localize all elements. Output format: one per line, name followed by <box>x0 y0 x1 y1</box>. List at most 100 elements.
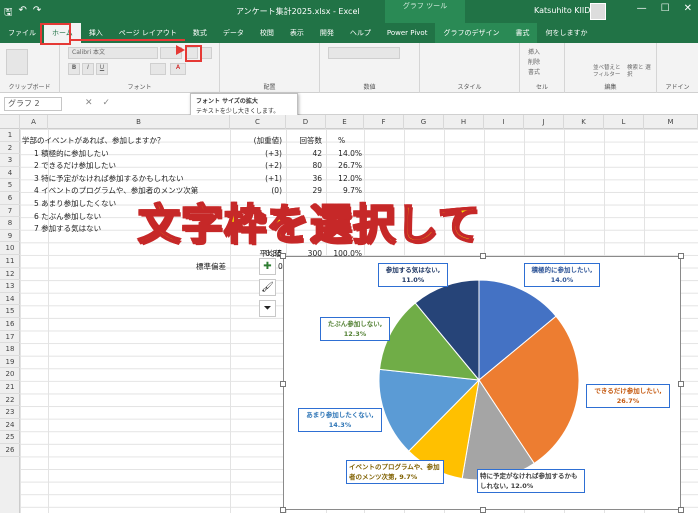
select-all[interactable] <box>0 115 20 129</box>
delete-cells-button[interactable]: 削除 <box>528 57 540 66</box>
data-label[interactable]: できるだけ参加したい, 26.7% <box>586 384 670 408</box>
cell-item-count[interactable]: 80 <box>286 160 322 173</box>
cell-item-label[interactable]: 5 あまり参加したくない <box>34 198 116 211</box>
column-header[interactable]: L <box>604 115 644 129</box>
resize-handle[interactable] <box>480 507 486 513</box>
cell-item-label[interactable]: 7 参加する気はない <box>34 223 101 236</box>
row-header[interactable]: 16 <box>0 318 20 331</box>
resize-handle[interactable] <box>480 253 486 259</box>
tab-power-pivot[interactable]: Power Pivot <box>379 23 436 43</box>
cell-item-count[interactable]: 36 <box>286 173 322 186</box>
sort-filter-button[interactable]: 並べ替えと フィルター <box>593 65 625 79</box>
column-header[interactable]: E <box>326 115 364 129</box>
data-label[interactable]: 参加する気はない, 11.0% <box>378 263 448 287</box>
row-header[interactable]: 3 <box>0 154 20 167</box>
cell-header-count[interactable]: 回答数 <box>286 135 323 148</box>
find-select-button[interactable]: 検索と 選択 <box>627 65 655 79</box>
data-label[interactable]: 積極的に参加したい, 14.0% <box>524 263 600 287</box>
tab-file[interactable]: ファイル <box>0 23 44 43</box>
font-color-button[interactable]: A <box>170 63 186 75</box>
cell-item-label[interactable]: 6 たぶん参加しない <box>34 211 101 224</box>
row-header[interactable]: 13 <box>0 280 20 293</box>
resize-handle[interactable] <box>678 381 684 387</box>
row-header[interactable]: 25 <box>0 431 20 444</box>
column-header[interactable]: B <box>48 115 230 129</box>
cell-item-count[interactable]: 42 <box>286 148 322 161</box>
data-label[interactable]: イベントのプログラムや、参加者のメンツ次第, 9.7% <box>346 460 444 484</box>
row-header[interactable]: 11 <box>0 255 20 268</box>
cell-item-weight[interactable]: (+3) <box>230 148 282 161</box>
column-header[interactable]: I <box>484 115 524 129</box>
close-icon[interactable]: ✕ <box>684 3 692 14</box>
tab-view[interactable]: 表示 <box>282 23 312 43</box>
tab-data[interactable]: データ <box>215 23 252 43</box>
format-cells-button[interactable]: 書式 <box>528 67 540 76</box>
row-header[interactable]: 23 <box>0 406 20 419</box>
cell-item-pct[interactable]: 9.7% <box>326 185 362 198</box>
column-header[interactable]: H <box>444 115 484 129</box>
row-header[interactable]: 12 <box>0 268 20 281</box>
cell-item-label[interactable]: 2 できるだけ参加したい <box>34 160 116 173</box>
row-header[interactable]: 24 <box>0 419 20 432</box>
row-header[interactable]: 14 <box>0 293 20 306</box>
resize-handle[interactable] <box>280 507 286 513</box>
row-header[interactable]: 2 <box>0 142 20 155</box>
enter-icon[interactable]: ✓ <box>103 98 111 108</box>
cell-item-pct[interactable]: 12.0% <box>326 173 362 186</box>
cell-header-weight[interactable]: (加重値) <box>230 135 282 148</box>
row-header[interactable]: 19 <box>0 356 20 369</box>
insert-cells-button[interactable]: 挿入 <box>528 47 540 56</box>
resize-handle[interactable] <box>280 253 286 259</box>
paste-button[interactable] <box>6 49 28 75</box>
tab-review[interactable]: 校閲 <box>252 23 282 43</box>
tab-chart-design[interactable]: グラフのデザイン <box>435 23 508 43</box>
user-name[interactable]: Katsuhito KIIDA <box>534 6 596 15</box>
cell-sd-label[interactable]: 標準偏差 <box>196 261 226 274</box>
column-header[interactable]: M <box>644 115 698 129</box>
cell-item-pct[interactable]: 26.7% <box>326 160 362 173</box>
tab-developer[interactable]: 開発 <box>312 23 342 43</box>
chart-styles-button[interactable]: 🖌 <box>259 279 276 296</box>
fill-color-button[interactable] <box>150 63 166 75</box>
data-label[interactable]: たぶん参加しない, 12.3% <box>320 317 390 341</box>
underline-button[interactable]: U <box>96 63 108 75</box>
undo-icon[interactable]: ↶ <box>19 5 27 22</box>
row-header[interactable]: 1 <box>0 129 20 142</box>
row-header[interactable]: 18 <box>0 343 20 356</box>
row-header[interactable]: 22 <box>0 394 20 407</box>
minimize-icon[interactable]: — <box>637 3 647 14</box>
number-format-select[interactable] <box>328 47 400 59</box>
cell-question[interactable]: 学部のイベントがあれば、参加しますか？ <box>22 135 165 148</box>
row-header[interactable]: 15 <box>0 305 20 318</box>
tab-format[interactable]: 書式 <box>507 23 538 43</box>
resize-handle[interactable] <box>678 253 684 259</box>
cancel-icon[interactable]: ✕ <box>85 98 93 108</box>
tell-me-search[interactable]: 何をしますか <box>537 23 595 43</box>
redo-icon[interactable]: ↷ <box>33 5 41 22</box>
row-header[interactable]: 21 <box>0 381 20 394</box>
chart-filters-button[interactable]: ⏷ <box>259 300 276 317</box>
row-header[interactable]: 26 <box>0 444 20 457</box>
row-header[interactable]: 6 <box>0 192 20 205</box>
pie-chart[interactable]: 積極的に参加したい, 14.0% できるだけ参加したい, 26.7% 特に予定が… <box>280 253 684 513</box>
column-header[interactable]: D <box>286 115 326 129</box>
cell-item-weight[interactable]: (0) <box>230 185 282 198</box>
column-header[interactable]: G <box>404 115 444 129</box>
row-header[interactable]: 5 <box>0 179 20 192</box>
cell-header-pct[interactable]: % <box>338 135 345 148</box>
tab-help[interactable]: ヘルプ <box>342 23 379 43</box>
row-header[interactable]: 10 <box>0 242 20 255</box>
resize-handle[interactable] <box>280 381 286 387</box>
data-label[interactable]: 特に予定がなければ参加するかもしれない, 12.0% <box>477 469 585 493</box>
row-header[interactable]: 4 <box>0 167 20 180</box>
cell-item-label[interactable]: 4 イベントのプログラムや、参加者のメンツ次第 <box>34 185 198 198</box>
chart-elements-button[interactable]: ✚ <box>259 258 276 275</box>
row-header[interactable]: 9 <box>0 230 20 243</box>
column-header[interactable]: F <box>364 115 404 129</box>
column-header[interactable]: K <box>564 115 604 129</box>
cell-item-weight[interactable]: (+2) <box>230 160 282 173</box>
cell-item-label[interactable]: 1 積極的に参加したい <box>34 148 109 161</box>
name-box[interactable]: グラフ 2 <box>4 97 62 111</box>
row-header[interactable]: 7 <box>0 205 20 218</box>
resize-handle[interactable] <box>678 507 684 513</box>
